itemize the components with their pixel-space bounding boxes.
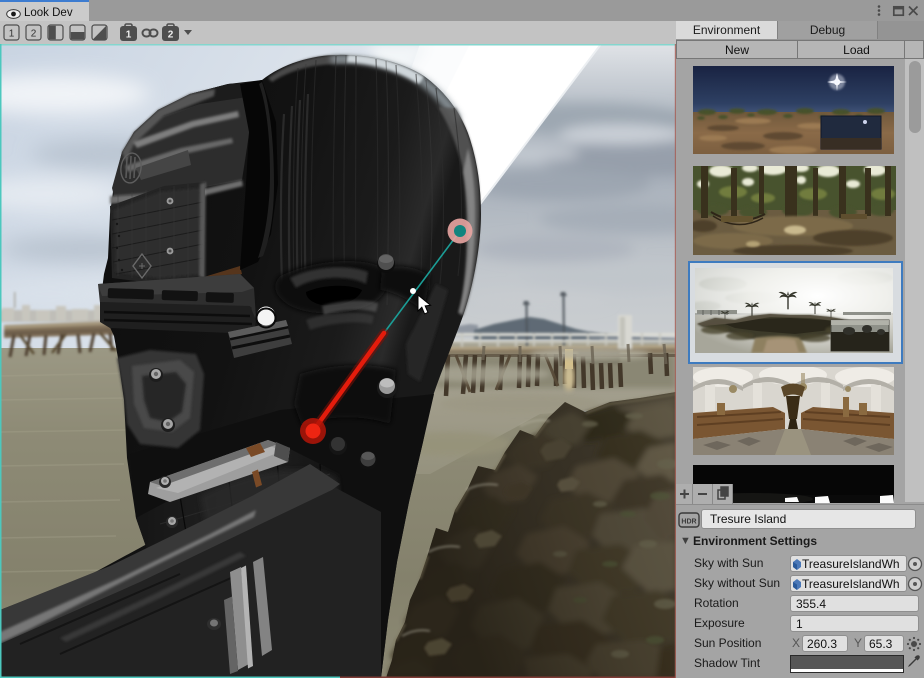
svg-text:HDR: HDR [681, 519, 696, 526]
svg-text:1: 1 [9, 29, 15, 40]
svg-text:2: 2 [31, 29, 37, 40]
svg-text:1: 1 [126, 30, 132, 41]
svg-text:2: 2 [168, 30, 174, 41]
